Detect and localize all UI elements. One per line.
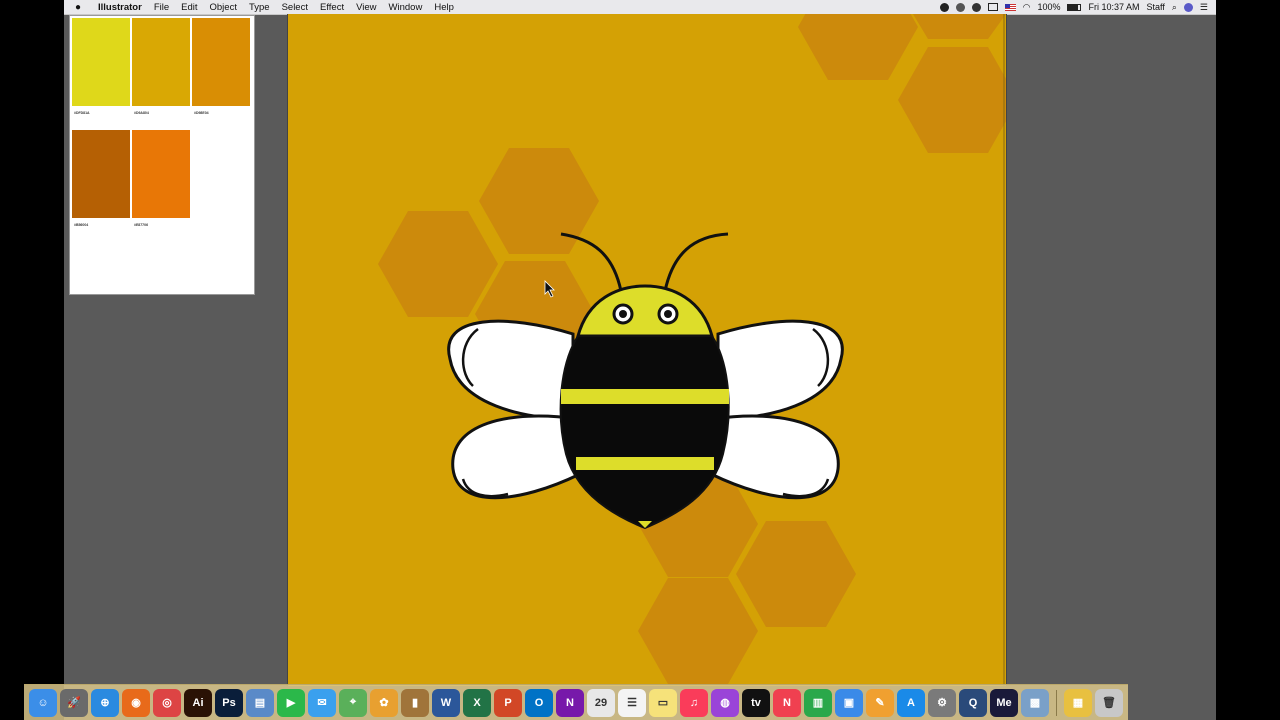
artboard[interactable] [287, 14, 1007, 686]
keynote-app[interactable]: ▣ [835, 688, 863, 717]
onenote-app[interactable]: N [556, 688, 584, 717]
firefox-app[interactable]: ◉ [122, 688, 150, 717]
numbers-app[interactable]: ▥ [804, 688, 832, 717]
safari-app[interactable]: ⊕ [91, 688, 119, 717]
contacts-app[interactable]: ▮ [401, 688, 429, 717]
hexagon [638, 578, 758, 684]
maps-app[interactable]: ⌖ [339, 688, 367, 717]
app-menu[interactable]: Illustrator [92, 2, 148, 13]
swatch-document: #DFD81A #D9A804 #D98E04 #B56004 #E87706 [69, 15, 255, 295]
swatch-3-label: #D98E04 [194, 111, 209, 115]
swatch-3 [192, 18, 250, 106]
swatch-2-label: #D9A804 [134, 111, 149, 115]
photoshop-app[interactable]: Ps [215, 688, 243, 717]
bee-stripe [576, 457, 714, 470]
menu-bar: ● Illustrator File Edit Object Type Sele… [64, 0, 1216, 15]
outlook-app[interactable]: O [525, 688, 553, 717]
hexagon [798, 14, 918, 80]
hexagon [898, 47, 1006, 153]
menu-type[interactable]: Type [243, 2, 276, 13]
trash-icon[interactable]: 🗑 [1095, 688, 1123, 717]
swatch-1-label: #DFD81A [74, 111, 90, 115]
wifi-icon[interactable]: ◠ [1023, 2, 1031, 13]
menu-object[interactable]: Object [204, 2, 243, 13]
podcasts-app[interactable]: ◍ [711, 688, 739, 717]
launchpad-app[interactable]: 🚀 [60, 688, 88, 717]
dock: ☺ 🚀 ⊕ ◉ ◎ Ai Ps ▤ ▶ ✉ ⌖ ✿ ▮ W X P O N 29 ☰ ▭ ♫ ◍ tv N ▥ ▣ ✎ A ⚙ Q Me ▩ ▦ 🗑 [24, 684, 1128, 720]
notes-app[interactable]: ▭ [649, 688, 677, 717]
status-area: ◠ 100% Fri 10:37 AM Staff ⌕ ☰ [939, 0, 1208, 14]
system-preferences-app[interactable]: ⚙ [928, 688, 956, 717]
media-encoder-app[interactable]: Me [990, 688, 1018, 717]
pages-app[interactable]: ✎ [866, 688, 894, 717]
spotlight-search-icon[interactable]: ⌕ [1172, 2, 1177, 13]
music-app[interactable]: ♫ [680, 688, 708, 717]
facetime-app[interactable]: ▶ [277, 688, 305, 717]
menu-edit[interactable]: Edit [175, 2, 203, 13]
reminders-app[interactable]: ☰ [618, 688, 646, 717]
bee-wing-upper-right [716, 319, 844, 421]
image-capture-app[interactable]: ▩ [1021, 688, 1049, 717]
swatch-2 [132, 18, 190, 106]
bee-wing-upper-left [447, 319, 575, 421]
preview-app[interactable]: ▤ [246, 688, 274, 717]
record-icon[interactable] [939, 2, 949, 12]
menu-window[interactable]: Window [383, 2, 429, 13]
bee-stripe [561, 389, 729, 404]
notification-center-icon[interactable]: ☰ [1200, 2, 1208, 13]
menu-help[interactable]: Help [428, 2, 460, 13]
swatch-5-label: #E87706 [134, 223, 149, 227]
illustrator-app[interactable]: Ai [184, 688, 212, 717]
display-icon[interactable] [987, 3, 998, 11]
swatch-4 [72, 130, 130, 218]
hexagon [378, 211, 498, 317]
calendar-app[interactable]: 29 [587, 688, 615, 717]
user-name[interactable]: Staff [1147, 2, 1165, 12]
excel-app[interactable]: X [463, 688, 491, 717]
downloads-stack[interactable]: ▦ [1064, 688, 1092, 717]
messages-app[interactable]: ✉ [308, 688, 336, 717]
bee-antenna-right [663, 232, 729, 292]
apple-menu-icon[interactable]: ● [64, 2, 92, 13]
menu-effect[interactable]: Effect [314, 2, 350, 13]
screen-record-icon[interactable] [971, 2, 981, 12]
finder-app[interactable]: ☺ [29, 688, 57, 717]
creative-cloud-icon[interactable] [955, 2, 965, 12]
swatch-4-label: #B56004 [74, 223, 89, 227]
battery-icon[interactable] [1067, 3, 1082, 11]
input-source-flag-icon[interactable] [1004, 3, 1016, 11]
swatch-1 [72, 18, 130, 106]
desktop-screen: ● Illustrator File Edit Object Type Sele… [64, 0, 1216, 720]
app-store-app[interactable]: A [897, 688, 925, 717]
artboard-artwork [378, 14, 1006, 686]
menu-view[interactable]: View [350, 2, 382, 13]
siri-icon[interactable] [1183, 2, 1193, 12]
swatch-5 [132, 130, 190, 218]
bee-head [576, 284, 714, 338]
news-app[interactable]: N [773, 688, 801, 717]
photos-app[interactable]: ✿ [370, 688, 398, 717]
hexagon [913, 14, 1006, 39]
menu-file[interactable]: File [148, 2, 175, 13]
clock[interactable]: Fri 10:37 AM [1088, 2, 1139, 12]
word-app[interactable]: W [432, 688, 460, 717]
battery-percent: 100% [1037, 2, 1061, 12]
chrome-app[interactable]: ◎ [153, 688, 181, 717]
tv-app[interactable]: tv [742, 688, 770, 717]
quicktime-app[interactable]: Q [959, 688, 987, 717]
powerpoint-app[interactable]: P [494, 688, 522, 717]
hexagon [736, 521, 856, 627]
dock-separator [1056, 689, 1057, 716]
menu-select[interactable]: Select [276, 2, 314, 13]
